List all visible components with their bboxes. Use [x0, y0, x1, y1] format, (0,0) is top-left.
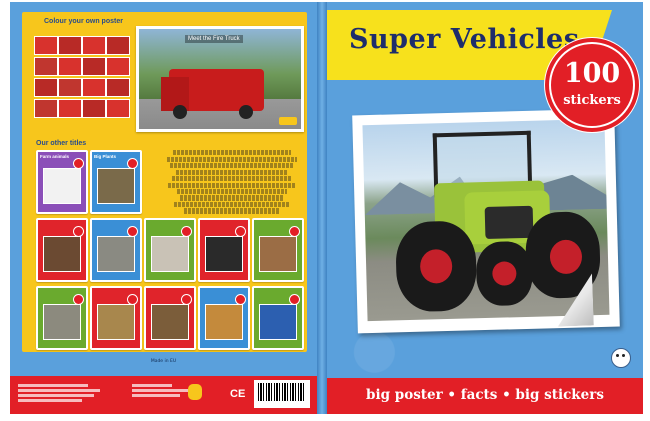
- series-section-label: Our other titles: [36, 140, 87, 147]
- back-cover: Colour your own poster Our other titles …: [10, 2, 317, 414]
- book-cover-spread: Colour your own poster Our other titles …: [0, 0, 650, 421]
- mascot-icon: [188, 384, 202, 400]
- front-cover: Super Vehicles 100 stickers big poster •…: [327, 2, 643, 414]
- barcode-icon: [254, 380, 310, 408]
- badge-word: stickers: [563, 93, 621, 108]
- series-book-tile: Farm animals: [36, 150, 88, 214]
- fire-truck-photo: Meet the Fire Truck: [136, 26, 304, 132]
- series-book-tile: Big Plants: [90, 150, 142, 214]
- badge-number: 100: [563, 58, 621, 89]
- ce-mark-icon: CE: [230, 388, 246, 400]
- poster-thumbnails: [34, 36, 130, 118]
- photo-badge: [279, 117, 297, 125]
- series-book-tile: [198, 218, 250, 282]
- mascot-icon: [607, 346, 633, 370]
- series-book-tile: [198, 286, 250, 350]
- series-book-tile: [252, 218, 304, 282]
- back-blurb: [162, 149, 302, 215]
- series-book-tile: [36, 286, 88, 350]
- book-spine: [317, 2, 327, 414]
- tractor-photo: [362, 118, 610, 322]
- series-book-tile: [90, 286, 142, 350]
- series-book-title: Big Plants: [94, 154, 117, 159]
- series-book-tile: [36, 218, 88, 282]
- poster-section-label: Colour your own poster: [44, 18, 123, 25]
- imprint-text: Made in EU: [150, 359, 177, 364]
- photo-caption: Meet the Fire Truck: [185, 35, 243, 43]
- series-book-tile: [144, 218, 196, 282]
- series-book-title: Farm animals: [40, 154, 70, 159]
- series-book-tile: [252, 286, 304, 350]
- book-title: Super Vehicles: [349, 24, 580, 55]
- stickers-count-badge: 100 stickers: [549, 42, 635, 128]
- cover-tagline: big poster • facts • big stickers: [366, 387, 604, 403]
- series-book-tile: [90, 218, 142, 282]
- publisher-address: [18, 382, 108, 404]
- front-footer-bar: big poster • facts • big stickers: [327, 378, 643, 414]
- series-book-tile: [144, 286, 196, 350]
